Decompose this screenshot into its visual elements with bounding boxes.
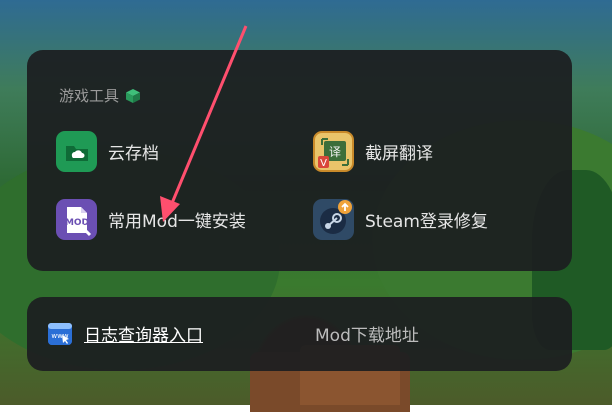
log-viewer-link[interactable]: www 日志查询器入口 bbox=[48, 321, 203, 346]
tool-mod-install-label: 常用Mod一键安装 bbox=[108, 212, 246, 232]
svg-text:V: V bbox=[320, 158, 327, 169]
steam-repair-icon bbox=[313, 199, 354, 240]
section-title-label: 游戏工具 bbox=[59, 87, 120, 105]
mod-install-icon: MOD bbox=[56, 199, 97, 240]
www-icon: www bbox=[48, 322, 72, 345]
tool-screenshot-translate-label: 截屏翻译 bbox=[365, 144, 433, 164]
links-panel: www 日志查询器入口 Mod下载地址 bbox=[27, 297, 572, 371]
tool-cloud-save[interactable]: 云存档 bbox=[56, 131, 159, 172]
tool-cloud-save-label: 云存档 bbox=[108, 144, 159, 164]
svg-text:译: 译 bbox=[328, 145, 340, 159]
tool-steam-repair-label: Steam登录修复 bbox=[365, 212, 488, 232]
screenshot-translate-icon: 译 V bbox=[313, 131, 354, 172]
log-viewer-label: 日志查询器入口 bbox=[84, 326, 203, 346]
tool-steam-repair[interactable]: Steam登录修复 bbox=[313, 199, 488, 240]
game-tools-panel: 游戏工具 云存档 译 V 截屏翻译 MOD 常用Mod一键安装 Steam登录修… bbox=[27, 50, 572, 271]
tool-mod-install[interactable]: MOD 常用Mod一键安装 bbox=[56, 199, 246, 240]
tool-screenshot-translate[interactable]: 译 V 截屏翻译 bbox=[313, 131, 433, 172]
cube-icon bbox=[126, 88, 141, 103]
mod-download-link[interactable]: Mod下载地址 bbox=[315, 321, 419, 346]
cloud-folder-icon bbox=[56, 131, 97, 172]
section-title: 游戏工具 bbox=[59, 85, 141, 106]
svg-text:MOD: MOD bbox=[64, 218, 88, 228]
